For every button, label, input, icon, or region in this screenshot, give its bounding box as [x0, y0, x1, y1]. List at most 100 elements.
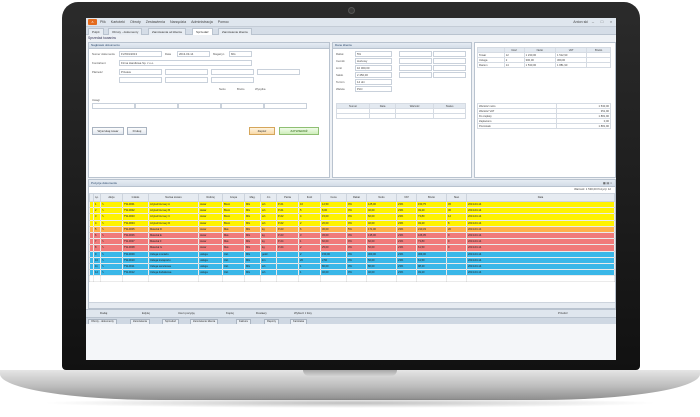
menu-item[interactable]: Narzędzia	[170, 20, 186, 24]
copy-button[interactable]: Kopiuj	[226, 311, 234, 316]
edit-icon[interactable]	[100, 275, 123, 283]
option-field[interactable]	[433, 65, 466, 71]
menu-item[interactable]: Zestawienia	[146, 20, 165, 24]
date-field[interactable]: 2013-03-14	[177, 51, 210, 57]
table-row[interactable]: Razem 14 1 530,00 1 881,90	[477, 62, 611, 68]
column-header[interactable]: VAT	[396, 193, 417, 202]
client-field[interactable]: Firma Handlowa Sp. z o.o.	[119, 60, 252, 66]
column-header[interactable]: Cena	[320, 193, 347, 202]
warehouse-field[interactable]: MG	[229, 51, 252, 57]
option-field[interactable]	[433, 58, 466, 64]
column-header[interactable]: Ilość	[298, 193, 321, 202]
tab-client-order[interactable]: Zamówienie klienta	[218, 28, 252, 35]
export-icon[interactable]: ▦	[603, 181, 606, 185]
column-header[interactable]: Lp.	[93, 193, 101, 202]
recalculate-button[interactable]: Przelicz	[558, 311, 568, 316]
minimize-icon[interactable]: –	[590, 19, 596, 24]
search-product-button[interactable]: Wyszukaj towar	[92, 127, 124, 135]
checkbox-label[interactable]: Wysyłka	[255, 87, 265, 91]
grid-tools: ▦ ▤ ×	[603, 180, 612, 186]
option-field[interactable]	[399, 51, 432, 57]
table-cell	[276, 275, 299, 283]
extra-field[interactable]	[257, 69, 300, 75]
number-label: Numer dokumentu	[92, 52, 116, 56]
close-icon[interactable]: ×	[610, 181, 612, 185]
client-row-value[interactable]: 14 dni	[355, 79, 392, 85]
column-header[interactable]: Data	[466, 193, 615, 202]
payment-field[interactable]: Przelew	[119, 69, 162, 75]
column-header[interactable]: Mag.	[244, 193, 261, 202]
column-header[interactable]: Netto	[366, 193, 397, 202]
table-cell	[122, 275, 149, 283]
notes-field[interactable]	[135, 103, 178, 109]
extra-field[interactable]	[211, 69, 254, 75]
print-button[interactable]: Drukuj	[127, 127, 147, 135]
maximize-icon[interactable]: □	[599, 19, 605, 24]
option-field[interactable]	[433, 72, 466, 78]
column-header[interactable]: Akcje	[100, 193, 123, 202]
column-header[interactable]: Rabat	[346, 193, 367, 202]
column-header[interactable]: Partia	[276, 193, 299, 202]
deliveries-button[interactable]: Dostawy	[256, 311, 267, 316]
extra-field[interactable]	[165, 77, 208, 83]
checkbox-label[interactable]: Netto	[219, 87, 226, 91]
checkbox-label[interactable]: Brutto	[237, 87, 244, 91]
menu-item[interactable]: Kartoteki	[111, 20, 125, 24]
menu-item[interactable]: Obroty	[130, 20, 141, 24]
tab-sales[interactable]: Sprzedaż	[192, 28, 213, 35]
client-row-label: Saldo	[336, 73, 344, 77]
client-row-value[interactable]: Hurtowy	[355, 58, 392, 64]
extra-field[interactable]	[119, 77, 162, 83]
select-from-list-button[interactable]: Wybierz z listy	[294, 311, 312, 316]
window-taskbar: Obroty - dokumenty Zamówienia Sprzedaż Z…	[86, 317, 616, 325]
column-header[interactable]: Stan	[446, 193, 467, 202]
menu-item[interactable]: Administracja	[191, 20, 213, 24]
extra-field[interactable]	[211, 77, 254, 83]
notes-field[interactable]	[178, 103, 221, 109]
column-header[interactable]: Grupa	[222, 193, 245, 202]
notes-field[interactable]	[264, 103, 307, 109]
table-row[interactable]	[89, 275, 615, 283]
items-table: Lp. Akcje Indeks Nazwa towaru Rodzaj Grupa Mag…	[89, 193, 615, 283]
option-field[interactable]	[433, 51, 466, 57]
option-field[interactable]	[399, 72, 432, 78]
table-cell	[198, 275, 223, 283]
laptop-frame: A Plik Kartoteki Obroty Zestawienia Narz…	[0, 0, 700, 417]
menu-item[interactable]: Plik	[100, 20, 106, 24]
edit-button[interactable]: Edytuj	[142, 311, 150, 316]
column-header[interactable]: Nazwa towaru	[148, 193, 199, 202]
accept-button[interactable]: ZATWIERDŹ	[279, 127, 319, 135]
column-header[interactable]: Brutto	[416, 193, 447, 202]
tab-documents[interactable]: Obroty - dokumenty	[108, 28, 143, 35]
client-row-value[interactable]: 5%	[355, 51, 392, 57]
column-header[interactable]: Indeks	[122, 193, 149, 202]
tab-dashboard[interactable]: Pulpit	[88, 28, 104, 35]
client-row-value[interactable]: 10 000,00	[355, 65, 392, 71]
client-row-label: Termin	[336, 80, 345, 84]
notes-field[interactable]	[92, 103, 135, 109]
number-field[interactable]: FV/001/2013	[119, 51, 162, 57]
client-panel: Dane klienta Rabat 5% Cennik Hurtowy Lim…	[332, 42, 472, 178]
tab-orders[interactable]: Zamówienia od klienta	[148, 28, 186, 35]
user-name: Anton ski	[573, 20, 588, 24]
save-button[interactable]: Zapisz	[249, 127, 275, 135]
print-icon[interactable]: ▤	[607, 181, 610, 185]
client-row-value[interactable]: PLN	[355, 86, 392, 92]
table-cell	[346, 275, 367, 283]
table-header-row: Lp. Akcje Indeks Nazwa towaru Rodzaj Grupa Mag…	[89, 193, 615, 202]
client-row-value[interactable]: 2 450,00	[355, 72, 392, 78]
delete-item-button[interactable]: Usuń pozycję	[178, 311, 195, 316]
column-header[interactable]: Rodzaj	[198, 193, 223, 202]
extra-field[interactable]	[165, 69, 208, 75]
window-controls: – □ ×	[590, 19, 614, 24]
app-logo-icon[interactable]: A	[88, 19, 97, 25]
option-field[interactable]	[399, 65, 432, 71]
column-header[interactable]: Jm	[260, 193, 277, 202]
notes-field[interactable]	[221, 103, 264, 109]
close-icon[interactable]: ×	[608, 19, 614, 24]
table-cell	[369, 113, 397, 119]
table-cell: 1 881,90	[554, 62, 588, 68]
menu-item[interactable]: Pomoc	[218, 20, 229, 24]
option-field[interactable]	[399, 58, 432, 64]
add-button[interactable]: Dodaj	[100, 311, 107, 316]
